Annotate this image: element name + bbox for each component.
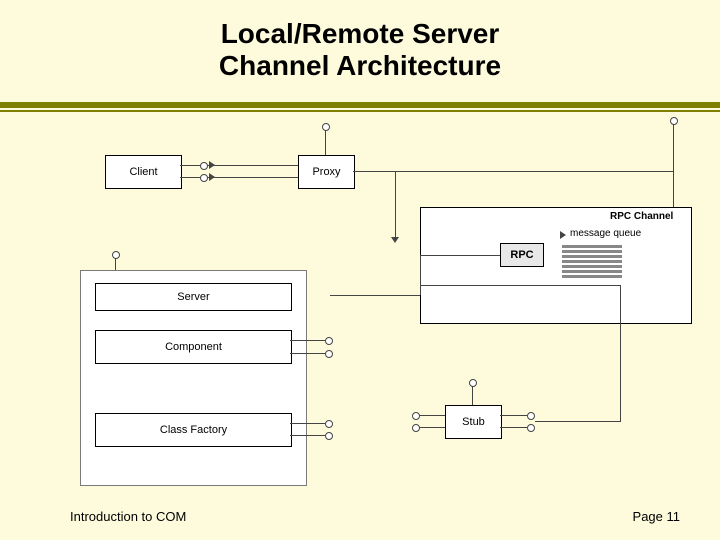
proxy-top-port [322, 123, 330, 131]
arrow-into-diagram-vline [395, 171, 396, 241]
title-separator-thin [0, 110, 720, 112]
message-queue-arrow [560, 231, 566, 239]
title-line-1: Local/Remote Server [221, 18, 500, 49]
proxy-rpc-hline [353, 171, 673, 172]
rpc-left-hline2 [420, 285, 620, 286]
client-label: Client [129, 166, 157, 178]
slide: Local/Remote Server Channel Architecture… [0, 0, 720, 540]
rpc-left-hline1 [420, 255, 500, 256]
stub-box: Stub [445, 405, 502, 439]
client-proxy-arrow-1 [209, 161, 215, 169]
component-line-2 [290, 353, 325, 354]
rpc-label: RPC [510, 249, 533, 261]
stub-right-line-2 [500, 427, 527, 428]
stub-top-line [472, 385, 473, 405]
rpc-top-port [670, 117, 678, 125]
stub-left-line-2 [418, 427, 445, 428]
class-factory-label: Class Factory [160, 424, 227, 436]
rpc-box: RPC [500, 243, 544, 267]
stub-right-port-1 [527, 412, 535, 420]
classfactory-line-2 [290, 435, 325, 436]
rpc-channel-label: RPC Channel [610, 211, 673, 222]
arrow-into-diagram [391, 237, 399, 243]
title-line-2: Channel Architecture [219, 50, 501, 81]
rpc-left-drop [420, 255, 421, 295]
rpc-top-vline [673, 123, 674, 171]
message-queue-graphic [562, 245, 622, 280]
footer-left: Introduction to COM [70, 509, 186, 524]
stub-label: Stub [462, 416, 485, 428]
footer-right: Page 11 [633, 509, 680, 524]
component-box: Component [95, 330, 292, 364]
classfactory-port-1 [325, 420, 333, 428]
rpc-to-server-hline [330, 295, 420, 296]
stub-left-port-2 [412, 424, 420, 432]
classfactory-line-1 [290, 423, 325, 424]
rpc-right-vline [620, 285, 621, 322]
rpc-to-stub-vline [620, 322, 621, 422]
proxy-box: Proxy [298, 155, 355, 189]
classfactory-port-2 [325, 432, 333, 440]
stub-right-line-1 [500, 415, 527, 416]
class-factory-box: Class Factory [95, 413, 292, 447]
stub-top-port [469, 379, 477, 387]
message-queue-label: message queue [570, 228, 641, 239]
architecture-diagram: Client Proxy RPC Channel message queue [0, 115, 720, 505]
server-top-port [112, 251, 120, 259]
rpc-channel-frame [420, 207, 692, 324]
client-proxy-port-2 [200, 174, 208, 182]
client-proxy-arrow-2 [209, 173, 215, 181]
client-proxy-line-1 [180, 165, 298, 166]
title-separator-thick [0, 102, 720, 108]
rpc-to-stub-hline [535, 421, 621, 422]
slide-title: Local/Remote Server Channel Architecture [0, 18, 720, 82]
client-proxy-port-1 [200, 162, 208, 170]
proxy-label: Proxy [312, 166, 340, 178]
server-box: Server [95, 283, 292, 311]
component-line-1 [290, 340, 325, 341]
server-label: Server [177, 291, 209, 303]
proxy-top-line [325, 130, 326, 155]
rpc-frame-feed-vline [673, 171, 674, 207]
stub-left-line-1 [418, 415, 445, 416]
component-port-2 [325, 350, 333, 358]
component-port-1 [325, 337, 333, 345]
stub-right-port-2 [527, 424, 535, 432]
stub-left-port-1 [412, 412, 420, 420]
client-proxy-line-2 [180, 177, 298, 178]
client-box: Client [105, 155, 182, 189]
component-label: Component [165, 341, 222, 353]
